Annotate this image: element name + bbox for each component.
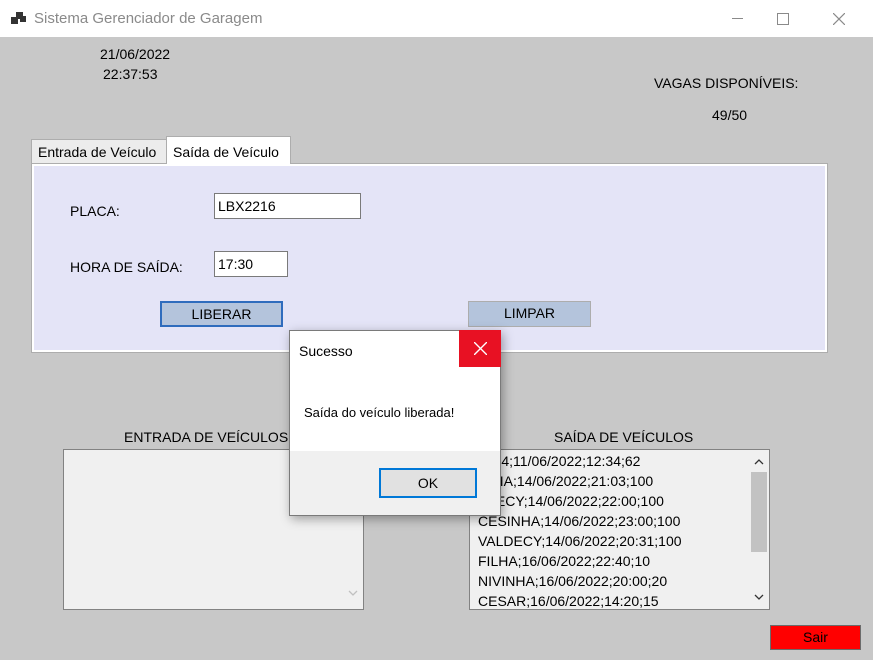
- list-item[interactable]: VALDECY;14/06/2022;20:31;100: [478, 531, 682, 551]
- ok-button[interactable]: OK: [379, 468, 477, 498]
- hora-saida-input[interactable]: [214, 251, 288, 277]
- saida-list-title: SAÍDA DE VEÍCULOS: [554, 429, 694, 445]
- tab-saida-veiculo[interactable]: Saída de Veículo: [166, 136, 291, 164]
- dialog-footer: OK: [290, 451, 500, 515]
- placa-input[interactable]: [214, 193, 361, 219]
- list-item[interactable]: NIVINHA;16/06/2022;20:00;20: [478, 571, 682, 591]
- time-label: 22:37:53: [103, 66, 158, 82]
- vagas-value: 49/50: [712, 107, 748, 123]
- limpar-button[interactable]: LIMPAR: [468, 301, 591, 327]
- sair-button[interactable]: Sair: [770, 625, 861, 650]
- scroll-thumb[interactable]: [751, 472, 767, 552]
- scroll-up-icon[interactable]: [754, 458, 764, 465]
- placa-label: PLACA:: [70, 203, 120, 219]
- scroll-down-icon: [348, 590, 358, 596]
- maximize-button[interactable]: [760, 0, 806, 37]
- success-dialog: Sucesso Saída do veículo liberada! OK: [289, 330, 501, 516]
- dialog-title: Sucesso: [299, 343, 353, 359]
- list-item[interactable]: 7154;11/06/2022;12:34;62: [478, 451, 682, 471]
- saida-scrollbar[interactable]: [749, 450, 769, 609]
- minimize-icon: [731, 18, 743, 19]
- list-item[interactable]: CESINHA;14/06/2022;23:00;100: [478, 511, 682, 531]
- vagas-label: VAGAS DISPONÍVEIS:: [654, 75, 799, 91]
- title-bar: Sistema Gerenciador de Garagem: [0, 0, 873, 37]
- dialog-message: Saída do veículo liberada!: [304, 405, 455, 420]
- close-window-button[interactable]: [816, 0, 862, 37]
- dialog-close-button[interactable]: [459, 330, 501, 367]
- window-title: Sistema Gerenciador de Garagem: [34, 10, 263, 27]
- list-item[interactable]: CILIA;14/06/2022;21:03;100: [478, 471, 682, 491]
- scroll-down-icon[interactable]: [754, 594, 764, 601]
- date-label: 21/06/2022: [100, 46, 171, 62]
- hora-saida-label: HORA DE SAÍDA:: [70, 259, 183, 275]
- liberar-button[interactable]: LIBERAR: [160, 301, 283, 327]
- close-icon: [833, 12, 845, 25]
- entrada-list-title: ENTRADA DE VEÍCULOS: [124, 429, 289, 445]
- saida-form-panel: [34, 166, 825, 350]
- list-item[interactable]: FILHA;16/06/2022;22:40;10: [478, 551, 682, 571]
- maximize-icon: [777, 12, 789, 25]
- list-item[interactable]: CESAR;16/06/2022;14:20;15: [478, 591, 682, 609]
- app-icon: [11, 12, 26, 24]
- list-item[interactable]: LDECY;14/06/2022;22:00;100: [478, 491, 682, 511]
- tab-entrada-veiculo[interactable]: Entrada de Veículo: [31, 139, 167, 164]
- minimize-button[interactable]: [714, 0, 760, 37]
- saida-listbox[interactable]: 7154;11/06/2022;12:34;62 CILIA;14/06/2022…: [469, 449, 770, 610]
- saida-items: 7154;11/06/2022;12:34;62 CILIA;14/06/2022…: [478, 451, 682, 609]
- close-icon: [473, 342, 487, 355]
